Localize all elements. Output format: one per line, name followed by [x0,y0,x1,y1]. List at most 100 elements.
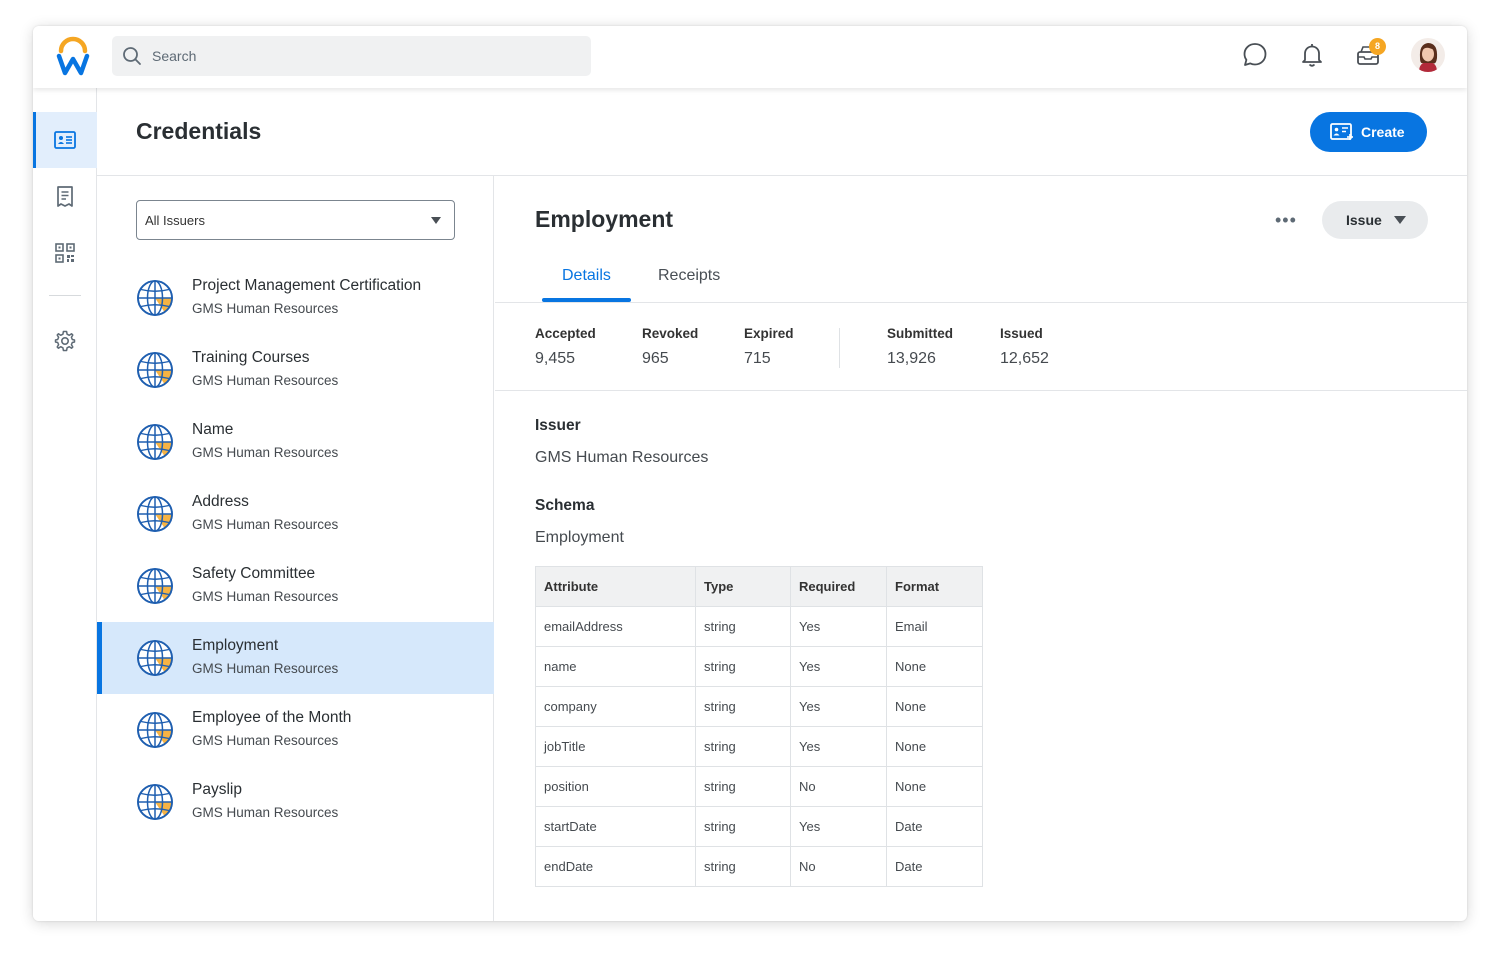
search-input[interactable]: Search [112,36,591,76]
issuer-filter-select[interactable]: All Issuers [136,200,455,240]
table-row: endDate string No Date [535,846,983,887]
cell-type: string [695,766,791,807]
cell-attribute: startDate [535,806,696,847]
stat-label: Submitted [887,326,953,341]
credential-detail-pane: Employment ••• Issue Details Receipts Ac… [495,176,1467,921]
nav-receipts[interactable] [33,168,97,224]
top-bar: Search 8 [33,26,1467,88]
receipt-icon [57,186,73,207]
stat-accepted: Accepted 9,455 [535,326,596,368]
search-icon [123,47,141,65]
list-item[interactable]: Employment GMS Human Resources [97,622,494,694]
stat-issued: Issued 12,652 [1000,326,1049,368]
credential-title: Training Courses [192,349,310,366]
globe-icon [136,567,174,605]
credential-issuer: GMS Human Resources [192,805,339,820]
stats-section-divider [495,390,1467,391]
tabs-divider [495,302,1467,303]
credentials-list-pane: All Issuers Project Management Certifica… [97,176,494,921]
cell-format: Date [886,846,983,887]
cell-type: string [695,686,791,727]
cell-attribute: emailAddress [535,606,696,647]
cell-format: Date [886,806,983,847]
cell-attribute: position [535,766,696,807]
cell-required: Yes [790,646,887,687]
table-row: company string Yes None [535,686,983,727]
table-row: name string Yes None [535,646,983,687]
bell-icon[interactable] [1298,41,1326,69]
schema-table: Attribute Type Required Format emailAddr… [535,566,983,887]
cell-required: Yes [790,726,887,767]
stat-revoked: Revoked 965 [642,326,698,368]
nav-divider [49,295,81,296]
cell-format: None [886,726,983,767]
list-item[interactable]: Address GMS Human Resources [97,478,494,550]
cell-type: string [695,726,791,767]
stat-value: 9,455 [535,350,576,367]
cell-format: None [886,646,983,687]
credential-issuer: GMS Human Resources [192,445,339,460]
page-title: Credentials [136,118,262,144]
cell-required: Yes [790,606,887,647]
nav-credentials[interactable] [33,112,97,168]
cell-required: Yes [790,806,887,847]
tab-receipts[interactable]: Receipts [658,267,720,303]
workday-logo[interactable] [55,36,91,76]
issuer-label: Issuer [535,417,581,434]
more-options-icon[interactable]: ••• [1275,210,1297,230]
nav-qr-code[interactable] [33,224,97,280]
cell-attribute: name [535,646,696,687]
stat-value: 12,652 [1000,350,1049,367]
stat-label: Expired [744,326,794,341]
cell-attribute: endDate [535,846,696,887]
table-row: jobTitle string Yes None [535,726,983,767]
cell-type: string [695,846,791,887]
schema-table-header-row: Attribute Type Required Format [535,566,983,607]
nav-settings[interactable] [33,312,97,368]
gear-icon [54,330,76,352]
cell-type: string [695,806,791,847]
stat-value: 13,926 [887,350,936,367]
issue-button[interactable]: Issue [1322,201,1428,239]
table-row: startDate string Yes Date [535,806,983,847]
credential-issuer: GMS Human Resources [192,373,339,388]
schema-value: Employment [535,529,624,546]
credential-issuer: GMS Human Resources [192,301,339,316]
column-header-type: Type [695,566,791,607]
stat-submitted: Submitted 13,926 [887,326,953,368]
list-item[interactable]: Training Courses GMS Human Resources [97,334,494,406]
issuer-filter-value: All Issuers [145,213,205,228]
list-item[interactable]: Employee of the Month GMS Human Resource… [97,694,494,766]
credential-title: Name [192,421,234,438]
cell-format: None [886,766,983,807]
column-header-attribute: Attribute [535,566,696,607]
create-button-label: Create [1361,124,1405,140]
app-window: Search 8 Credentials Create All Issuers … [33,26,1467,921]
cell-attribute: company [535,686,696,727]
search-placeholder: Search [152,48,197,64]
cell-format: Email [886,606,983,647]
cell-required: Yes [790,686,887,727]
left-nav-rail [33,88,97,921]
detail-title: Employment [535,206,674,232]
credential-issuer: GMS Human Resources [192,517,339,532]
stat-label: Accepted [535,326,596,341]
avatar[interactable] [1411,38,1445,72]
stat-expired: Expired 715 [744,326,794,368]
chat-icon[interactable] [1241,41,1269,69]
globe-icon [136,423,174,461]
credential-issuer: GMS Human Resources [192,589,339,604]
cell-required: No [790,846,887,887]
stat-label: Issued [1000,326,1043,341]
table-row: emailAddress string Yes Email [535,606,983,647]
create-button[interactable]: Create [1310,112,1427,152]
cell-required: No [790,766,887,807]
list-item[interactable]: Safety Committee GMS Human Resources [97,550,494,622]
credential-title: Employment [192,637,279,654]
list-item[interactable]: Payslip GMS Human Resources [97,766,494,838]
credential-title: Employee of the Month [192,709,352,726]
list-item[interactable]: Name GMS Human Resources [97,406,494,478]
list-item[interactable]: Project Management Certification GMS Hum… [97,262,494,334]
schema-label: Schema [535,497,595,514]
globe-icon [136,351,174,389]
